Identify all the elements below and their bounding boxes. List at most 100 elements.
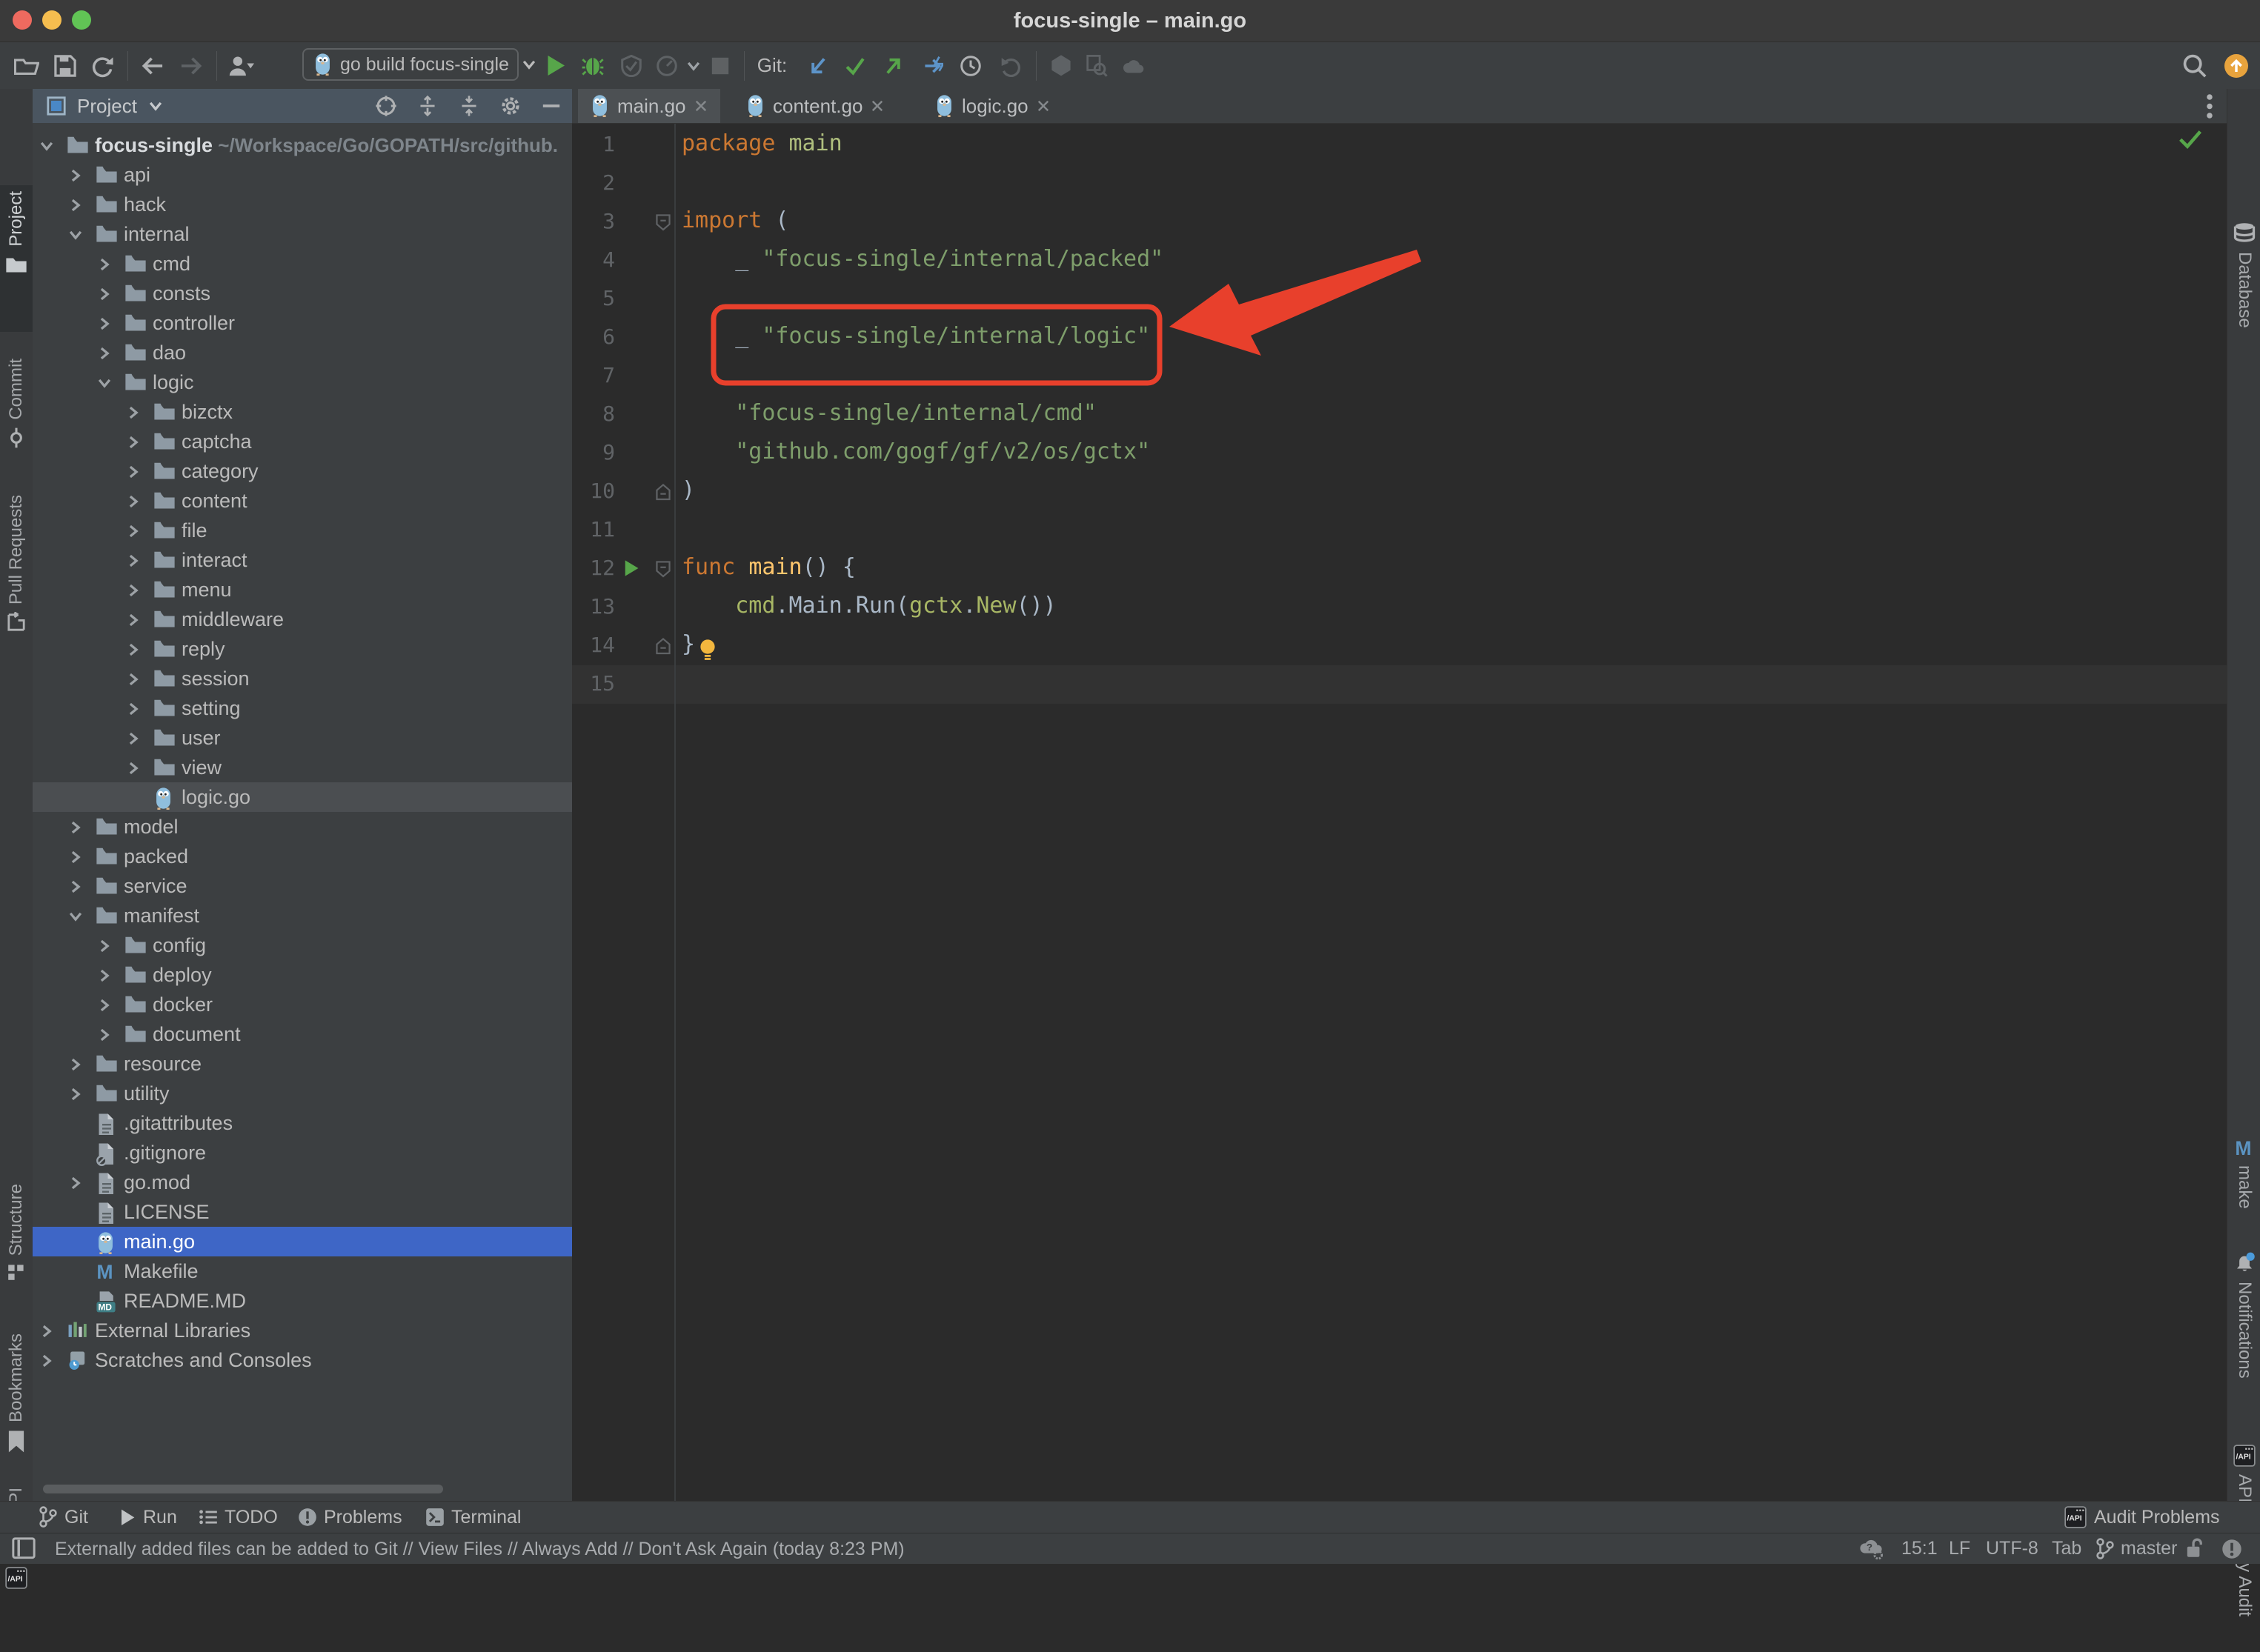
stripe-button-make[interactable]: M make: [2228, 1137, 2260, 1256]
tree-item-session[interactable]: session: [33, 664, 572, 693]
chevron-right-icon[interactable]: [96, 256, 113, 273]
chevron-right-icon[interactable]: [67, 1056, 84, 1073]
toolwindow-button-problems[interactable]: Problems: [298, 1502, 402, 1533]
chevron-down-icon[interactable]: [96, 375, 113, 391]
chevron-right-icon[interactable]: [67, 1175, 84, 1191]
tree-item-api[interactable]: api: [33, 160, 572, 190]
line-separator-widget[interactable]: LF: [1949, 1533, 1970, 1564]
run-configuration-select[interactable]: go build focus-single: [302, 48, 519, 81]
save-all-button[interactable]: [46, 42, 84, 89]
chevron-right-icon[interactable]: [125, 701, 142, 717]
tree-item-readme.md[interactable]: MDREADME.MD: [33, 1286, 572, 1316]
tree-item-setting[interactable]: setting: [33, 693, 572, 723]
chevron-right-icon[interactable]: [67, 197, 84, 213]
toolwindow-button-git[interactable]: Git: [39, 1502, 88, 1533]
encoding-widget[interactable]: UTF-8: [1986, 1533, 2038, 1564]
stripe-button-bookmarks[interactable]: Bookmarks: [0, 1328, 33, 1496]
fold-start-icon[interactable]: [655, 560, 671, 578]
debug-button[interactable]: [574, 42, 612, 89]
tab-content-go[interactable]: content.go: [734, 89, 897, 123]
reload-button[interactable]: [83, 42, 122, 89]
tree-item-interact[interactable]: interact: [33, 545, 572, 575]
chevron-right-icon[interactable]: [125, 582, 142, 599]
collapse-all-button[interactable]: [458, 95, 480, 117]
tree-item-scratches-and-consoles[interactable]: Scratches and Consoles: [33, 1345, 572, 1375]
chevron-right-icon[interactable]: [96, 997, 113, 1013]
tree-item-makefile[interactable]: MMakefile: [33, 1256, 572, 1286]
chevron-right-icon[interactable]: [125, 434, 142, 450]
intention-bulb-icon[interactable]: [699, 639, 716, 661]
toolwindow-button-run[interactable]: Run: [119, 1502, 177, 1533]
chevron-right-icon[interactable]: [67, 849, 84, 865]
tree-item-packed[interactable]: packed: [33, 842, 572, 871]
chevron-right-icon[interactable]: [125, 760, 142, 776]
chevron-right-icon[interactable]: [125, 730, 142, 747]
stripe-button-pull-requests[interactable]: Pull Requests: [0, 489, 33, 643]
panel-options-button[interactable]: [499, 95, 522, 117]
chevron-right-icon[interactable]: [125, 553, 142, 569]
package-button[interactable]: [1042, 42, 1080, 89]
tree-item-model[interactable]: model: [33, 812, 572, 842]
chevron-right-icon[interactable]: [125, 493, 142, 510]
tab-options-kebab-icon[interactable]: [2195, 89, 2224, 123]
ide-update-button[interactable]: [2217, 42, 2256, 89]
git-rollback-button[interactable]: [991, 42, 1030, 89]
tree-item-service[interactable]: service: [33, 871, 572, 901]
tree-item-middleware[interactable]: middleware: [33, 604, 572, 634]
expand-all-button[interactable]: [416, 95, 439, 117]
tree-item-docker[interactable]: docker: [33, 990, 572, 1019]
chevron-right-icon[interactable]: [125, 404, 142, 421]
tree-item-focus-single[interactable]: focus-single ~/Workspace/Go/GOPATH/src/g…: [33, 130, 572, 160]
stripe-button-notifications[interactable]: Notifications: [2228, 1252, 2260, 1445]
chevron-right-icon[interactable]: [67, 879, 84, 895]
tree-item-logic[interactable]: logic: [33, 367, 572, 397]
tree-item-logic.go[interactable]: logic.go: [33, 782, 572, 812]
chevron-right-icon[interactable]: [67, 819, 84, 836]
chevron-right-icon[interactable]: [39, 1353, 55, 1369]
tree-item-controller[interactable]: controller: [33, 308, 572, 338]
run-gutter-icon[interactable]: [622, 559, 640, 578]
code-with-me-button[interactable]: [1077, 42, 1116, 89]
navigate-forward-button[interactable]: [172, 42, 210, 89]
tree-item-manifest[interactable]: manifest: [33, 901, 572, 930]
toolwindow-layout-icon[interactable]: [12, 1537, 36, 1559]
tree-item-utility[interactable]: utility: [33, 1079, 572, 1108]
chevron-right-icon[interactable]: [96, 938, 113, 954]
inspection-ok-check-icon[interactable]: [2178, 130, 2208, 156]
git-commit-button[interactable]: [836, 42, 874, 89]
project-panel-header[interactable]: Project: [33, 89, 572, 123]
tree-item-menu[interactable]: menu: [33, 575, 572, 604]
tree-item-view[interactable]: view: [33, 753, 572, 782]
indent-widget[interactable]: Tab: [2052, 1533, 2081, 1564]
chevron-down-icon[interactable]: [39, 138, 55, 154]
stripe-button-database[interactable]: Database: [2228, 222, 2260, 444]
chevron-right-icon[interactable]: [96, 286, 113, 302]
code-editor[interactable]: 1package main23import (4 _ "focus-single…: [572, 124, 2227, 1501]
git-branch-widget[interactable]: master: [2096, 1533, 2177, 1564]
chevron-down-icon[interactable]: [67, 908, 84, 925]
stripe-button-commit[interactable]: Commit: [0, 353, 33, 492]
toolwindow-button-todo[interactable]: TODO: [199, 1502, 278, 1533]
git-update-button[interactable]: [799, 42, 837, 89]
search-everywhere-button[interactable]: [2176, 42, 2214, 89]
locate-file-button[interactable]: [375, 95, 397, 117]
open-file-button[interactable]: [7, 42, 46, 89]
tree-item-resource[interactable]: resource: [33, 1049, 572, 1079]
git-merge-button[interactable]: [913, 42, 951, 89]
navigate-back-button[interactable]: [133, 42, 172, 89]
chevron-right-icon[interactable]: [96, 345, 113, 362]
tree-item-document[interactable]: document: [33, 1019, 572, 1049]
tree-item-user[interactable]: user: [33, 723, 572, 753]
tab-main-go[interactable]: main.go: [578, 89, 720, 123]
tree-item-captcha[interactable]: captcha: [33, 427, 572, 456]
chevron-right-icon[interactable]: [96, 316, 113, 332]
tree-item-internal[interactable]: internal: [33, 219, 572, 249]
tree-item-file[interactable]: file: [33, 516, 572, 545]
tree-item-category[interactable]: category: [33, 456, 572, 486]
unlocked-padlock-icon[interactable]: [2184, 1533, 2205, 1564]
run-with-coverage-button[interactable]: [612, 42, 651, 89]
caret-position-widget[interactable]: 15:1: [1901, 1533, 1938, 1564]
fold-end-icon[interactable]: [655, 637, 671, 655]
status-message[interactable]: Externally added files can be added to G…: [55, 1539, 905, 1560]
stripe-button-project[interactable]: Project: [0, 185, 33, 332]
